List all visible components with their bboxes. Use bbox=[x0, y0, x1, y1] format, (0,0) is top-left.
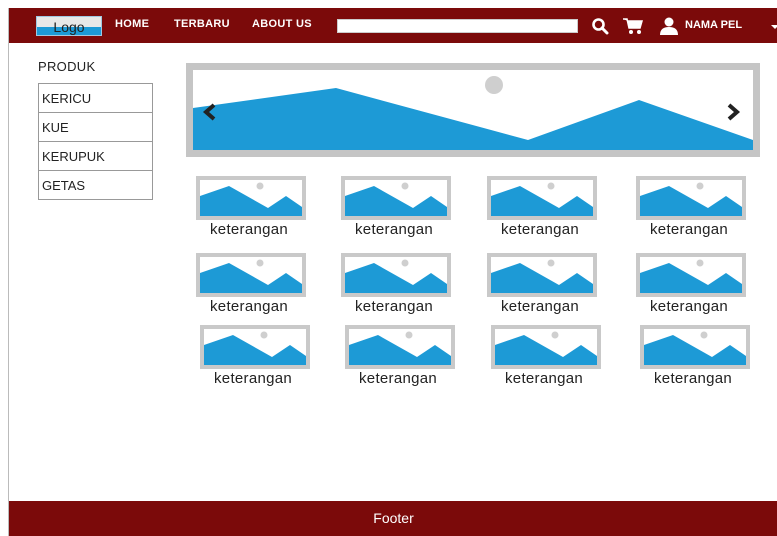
product-caption: keterangan bbox=[214, 370, 293, 387]
search-input[interactable] bbox=[337, 19, 578, 33]
product-caption: keterangan bbox=[501, 221, 580, 238]
logo[interactable]: Logo bbox=[36, 16, 102, 36]
product-image[interactable] bbox=[487, 253, 597, 297]
product-card[interactable]: keterangan bbox=[636, 176, 752, 238]
nav-about-us[interactable]: ABOUT US bbox=[252, 18, 312, 30]
product-card[interactable]: keterangan bbox=[491, 325, 607, 387]
product-caption: keterangan bbox=[501, 298, 580, 315]
sidebar-item-kue[interactable]: KUE bbox=[39, 113, 152, 142]
nav-home[interactable]: HOME bbox=[115, 18, 149, 30]
product-caption: keterangan bbox=[210, 221, 289, 238]
product-image[interactable] bbox=[196, 176, 306, 220]
product-image[interactable] bbox=[345, 325, 455, 369]
search-icon[interactable] bbox=[591, 17, 609, 40]
sidebar-menu: KERICU KUE KERUPUK GETAS bbox=[38, 83, 153, 200]
product-card[interactable]: keterangan bbox=[196, 176, 312, 238]
sidebar-item-kericu[interactable]: KERICU bbox=[39, 84, 152, 113]
product-caption: keterangan bbox=[355, 221, 434, 238]
product-card[interactable]: keterangan bbox=[196, 253, 312, 315]
product-image[interactable] bbox=[640, 325, 750, 369]
product-image[interactable] bbox=[636, 176, 746, 220]
sidebar-item-kerupuk[interactable]: KERUPUK bbox=[39, 142, 152, 171]
product-caption: keterangan bbox=[654, 370, 733, 387]
product-caption: keterangan bbox=[355, 298, 434, 315]
product-caption: keterangan bbox=[505, 370, 584, 387]
chevron-right-icon[interactable] bbox=[723, 102, 743, 127]
product-card[interactable]: keterangan bbox=[200, 325, 316, 387]
page-frame: Logo HOME TERBARU ABOUT US NAMA PEL PROD… bbox=[8, 8, 777, 536]
nav-terbaru[interactable]: TERBARU bbox=[174, 18, 230, 30]
product-image[interactable] bbox=[487, 176, 597, 220]
product-caption: keterangan bbox=[650, 298, 729, 315]
cart-icon[interactable] bbox=[622, 17, 644, 40]
top-navbar: Logo HOME TERBARU ABOUT US NAMA PEL bbox=[9, 8, 777, 43]
slider-image bbox=[193, 70, 753, 150]
footer: Footer bbox=[9, 501, 777, 536]
user-icon[interactable] bbox=[659, 17, 679, 40]
product-image[interactable] bbox=[341, 176, 451, 220]
product-caption: keterangan bbox=[359, 370, 438, 387]
product-caption: keterangan bbox=[210, 298, 289, 315]
product-image[interactable] bbox=[196, 253, 306, 297]
product-card[interactable]: keterangan bbox=[487, 176, 603, 238]
user-name[interactable]: NAMA PEL bbox=[685, 19, 742, 31]
product-image[interactable] bbox=[636, 253, 746, 297]
product-image[interactable] bbox=[200, 325, 310, 369]
product-card[interactable]: keterangan bbox=[640, 325, 756, 387]
sidebar-item-getas[interactable]: GETAS bbox=[39, 171, 152, 199]
chevron-left-icon[interactable] bbox=[200, 102, 220, 127]
product-image[interactable] bbox=[341, 253, 451, 297]
chevron-down-icon[interactable] bbox=[771, 25, 777, 29]
image-slider bbox=[186, 63, 760, 157]
product-card[interactable]: keterangan bbox=[487, 253, 603, 315]
product-image[interactable] bbox=[491, 325, 601, 369]
product-caption: keterangan bbox=[650, 221, 729, 238]
product-card[interactable]: keterangan bbox=[345, 325, 461, 387]
product-card[interactable]: keterangan bbox=[636, 253, 752, 315]
product-card[interactable]: keterangan bbox=[341, 176, 457, 238]
product-card[interactable]: keterangan bbox=[341, 253, 457, 315]
sidebar-title: PRODUK bbox=[38, 59, 96, 74]
